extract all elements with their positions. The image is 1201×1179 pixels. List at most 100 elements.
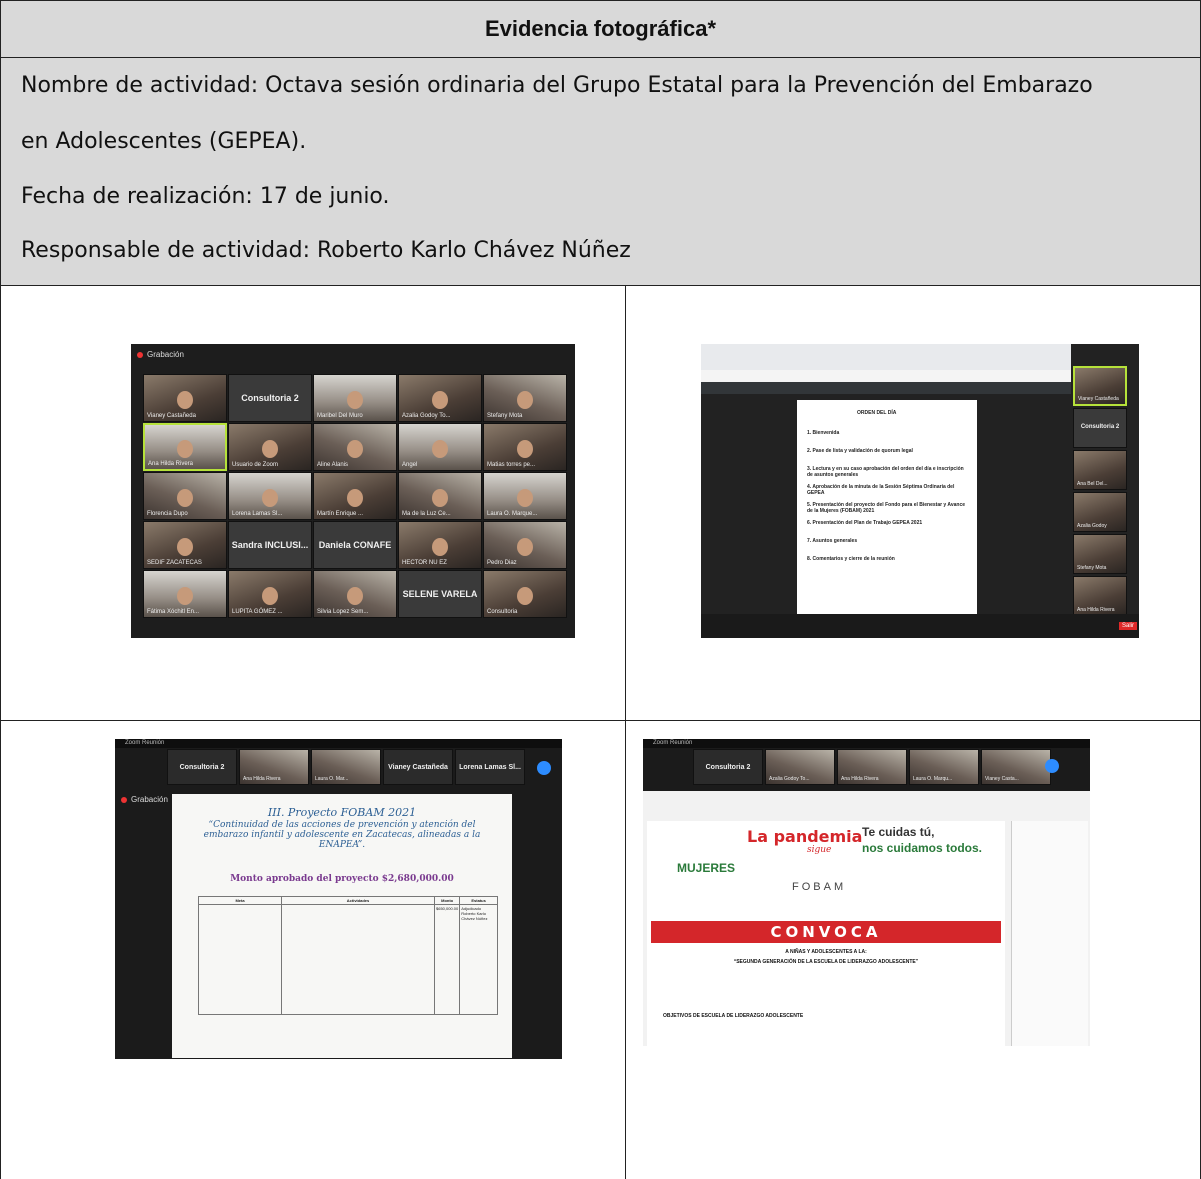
slide: III. Proyecto FOBAM 2021 “Continuidad de… <box>172 794 512 1058</box>
participant-avatar <box>432 440 448 459</box>
participant-avatar <box>262 440 278 459</box>
participant-avatar <box>517 587 533 606</box>
objectives-heading: OBJETIVOS DE ESCUELA DE LIDERAZGO ADOLES… <box>663 1013 804 1019</box>
participant-tile: Vianey Castañeda <box>383 749 453 785</box>
actividades-cell <box>281 904 435 1015</box>
status-responsible: Roberto Karlo Chávez Núñez <box>461 911 488 921</box>
zoom-toolbar <box>701 614 1139 638</box>
participant-avatar <box>432 538 448 557</box>
participant-avatar <box>517 440 533 459</box>
browser-chrome <box>701 344 1071 370</box>
participant-name: Vianey Castañeda <box>388 763 448 771</box>
participant-tile: Aline Alanis <box>313 423 397 471</box>
participant-tile: Ana Hilda Rivera <box>1073 576 1127 616</box>
participant-tile: Ana Hilda Rivera <box>239 749 309 785</box>
participant-name: Daniela CONAFE <box>318 540 392 551</box>
mujeres-logo: MUJERES <box>677 861 736 875</box>
convoca-sub: A NIÑAS Y ADOLESCENTES A LA: <box>785 949 867 955</box>
table-divider-horizontal <box>0 720 1201 721</box>
participant-name: Lorena Lamas Sl... <box>232 511 283 517</box>
next-page-icon[interactable] <box>537 761 551 775</box>
activity-name-line2: en Adolescentes (GEPEA). <box>21 129 307 154</box>
participant-tile: SELENE VARELA <box>398 570 482 618</box>
participant-tile: Azalia Godoy To... <box>765 749 835 785</box>
participant-name: Angel <box>402 462 418 468</box>
header-block: Evidencia fotográfica* Nombre de activid… <box>0 0 1201 286</box>
agenda-item: 8. Comentarios y cierre de la reunión <box>807 556 895 562</box>
participant-avatar <box>347 440 363 459</box>
activity-date: Fecha de realización: 17 de junio. <box>21 184 390 209</box>
participant-tile: Consultoria <box>483 570 567 618</box>
participant-name: Ana Hilda Rivera <box>1077 607 1115 613</box>
participant-avatar <box>517 489 533 508</box>
participant-tile: Matias torres pe... <box>483 423 567 471</box>
participant-tile: Vianey Castañeda <box>143 374 227 422</box>
slide-subheading: “Continuidad de las acciones de prevenci… <box>203 820 481 850</box>
participant-name: Laura O. Marque... <box>487 511 538 517</box>
participant-avatar <box>262 489 278 508</box>
participant-name: HECTOR NU EZ <box>402 560 447 566</box>
participant-tile: Daniela CONAFE <box>313 521 397 569</box>
participant-tile: Ana Hilda Rivera <box>837 749 907 785</box>
participant-name: Sandra INCLUSI... <box>231 540 309 551</box>
convoca-sub2: “SEGUNDA GENERACIÓN DE LA ESCUELA DE LID… <box>733 959 919 965</box>
participant-name: Ana Hilda Rivera <box>243 776 281 782</box>
participant-name: Fátima Xóchitl En... <box>147 609 200 615</box>
window-titlebar: Zoom Reunión <box>643 739 1090 748</box>
photo-shared-agenda: ORDEN DEL DÍA 1. Bienvenida 2. Pase de li… <box>701 344 1139 638</box>
participant-avatar <box>177 587 193 606</box>
participant-name: Florencia Dupo <box>147 511 188 517</box>
participant-avatar <box>177 391 193 410</box>
participant-tile: Lorena Lamas Sl... <box>455 749 525 785</box>
banner-te-cuidas: Te cuidas tú, <box>862 825 935 839</box>
window-titlebar: Zoom Reunión <box>115 739 562 748</box>
banner-nos-cuidamos: nos cuidamos todos. <box>862 841 983 855</box>
bookmarks-bar <box>701 370 1071 382</box>
participant-name: Matias torres pe... <box>487 462 536 468</box>
leave-button[interactable]: Salir <box>1119 622 1138 630</box>
convoca-banner: CONVOCA <box>651 921 1001 943</box>
participant-name: Laura O. Mar... <box>315 776 349 782</box>
participant-tile: Consultoria 2 <box>1073 408 1127 448</box>
participant-name: Vianey Casta... <box>985 776 1019 782</box>
participant-name: Azalia Godoy To... <box>402 413 451 419</box>
activity-responsible: Responsable de actividad: Roberto Karlo … <box>21 238 631 263</box>
participant-avatar <box>262 587 278 606</box>
participant-tile: Lorena Lamas Sl... <box>228 472 312 520</box>
slide-heading: III. Proyecto FOBAM 2021 <box>267 806 417 819</box>
table-border-left <box>0 285 1 1179</box>
participant-name: Maribel Del Muro <box>317 413 363 419</box>
participant-tile: Silvia Lopez Sem... <box>313 570 397 618</box>
participant-name: Consultoria 2 <box>705 763 751 771</box>
photo-fobam-presentation: Zoom Reunión Consultoria 2 Ana Hilda Rive… <box>115 739 562 1059</box>
participant-name: Laura O. Marqu... <box>913 776 953 782</box>
agenda-item: 2. Pase de lista y validación de quorum … <box>807 448 913 454</box>
participant-avatar <box>517 538 533 557</box>
participant-tile: Laura O. Marque... <box>483 472 567 520</box>
participant-tile: Martín Enrique ... <box>313 472 397 520</box>
next-page-icon[interactable] <box>1045 759 1059 773</box>
agenda-item: 1. Bienvenida <box>807 430 840 436</box>
participant-tile: Laura O. Mar... <box>311 749 381 785</box>
participant-name: SELENE VARELA <box>402 589 478 600</box>
participant-tile: Fátima Xóchitl En... <box>143 570 227 618</box>
agenda-page: ORDEN DEL DÍA 1. Bienvenida 2. Pase de li… <box>797 400 977 620</box>
agenda-item: 7. Asuntos generales <box>807 538 858 544</box>
activity-name-line1: Nombre de actividad: Octava sesión ordin… <box>21 73 1093 98</box>
participant-tile: Ma de la Luz Ce... <box>398 472 482 520</box>
participant-tile: Sandra INCLUSI... <box>228 521 312 569</box>
agenda-title: ORDEN DEL DÍA <box>857 410 897 416</box>
monto-cell: $650,000.00 <box>433 904 461 1015</box>
participant-avatar <box>432 489 448 508</box>
recording-label: Grabación <box>137 350 184 359</box>
pdf-viewer: La pandemia sigue Te cuidas tú, nos cuid… <box>643 791 1090 1046</box>
participant-name: Silvia Lopez Sem... <box>317 609 369 615</box>
participant-avatar <box>177 538 193 557</box>
participant-name: SEDIF ZACATECAS <box>147 560 202 566</box>
participant-name: Vianey Castañeda <box>147 413 196 419</box>
participant-tile: Florencia Dupo <box>143 472 227 520</box>
participant-avatar <box>432 391 448 410</box>
agenda-item: 4. Aprobación de la minuta de la Sesión … <box>807 484 955 496</box>
participant-tile: HECTOR NU EZ <box>398 521 482 569</box>
participant-tile: Ana Hilda Rivera <box>143 423 227 471</box>
